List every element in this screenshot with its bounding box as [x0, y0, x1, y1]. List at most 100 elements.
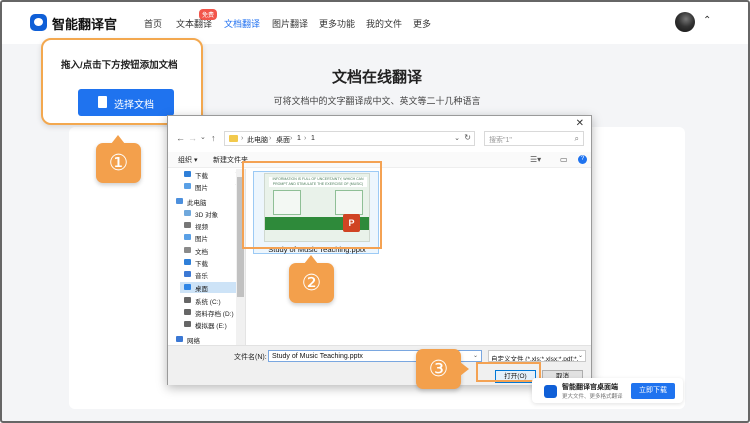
sidebar-item[interactable]: 模拟器 (E:): [180, 319, 242, 330]
sidebar-item[interactable]: 下载: [180, 257, 242, 268]
step-3-label: ③: [428, 356, 449, 381]
picture-icon: [184, 234, 191, 240]
step-1-label: ①: [108, 150, 129, 175]
chevron-down-icon[interactable]: ⌄: [577, 352, 583, 359]
nav-image-translate[interactable]: 图片翻译: [272, 17, 308, 30]
file-highlight-box: [242, 161, 382, 249]
sidebar-item-label: 3D 对象: [195, 212, 219, 219]
sidebar-item-label: 系统 (C:): [195, 299, 221, 306]
download-icon: [184, 259, 191, 265]
drive-icon: [184, 321, 191, 327]
sidebar-item-label: 下载: [195, 261, 208, 268]
sidebar-item-label: 资料存档 (D:): [195, 311, 234, 318]
download-icon: [184, 171, 191, 177]
nav-home[interactable]: 首页: [144, 17, 162, 30]
nav-more-features[interactable]: 更多功能: [319, 17, 355, 30]
upload-callout: 拖入/点击下方按钮添加文档 选择文档: [41, 38, 203, 125]
sidebar-item-label: 网络: [187, 338, 200, 345]
drive-icon: [184, 309, 191, 315]
chevron-up-icon[interactable]: ⌃: [703, 15, 711, 26]
chevron-down-icon[interactable]: ⌄: [473, 352, 478, 359]
sidebar-item[interactable]: 此电脑: [172, 196, 234, 207]
up-arrow-icon[interactable]: ↑: [211, 133, 216, 143]
breadcrumb-folder-1[interactable]: 1: [297, 135, 301, 142]
breadcrumb-folder-1b[interactable]: 1: [311, 135, 315, 142]
sidebar-item-label: 音乐: [195, 273, 208, 280]
computer-icon: [176, 198, 183, 204]
nav-my-files[interactable]: 我的文件: [366, 17, 402, 30]
app-logo-icon[interactable]: [30, 14, 47, 31]
history-chevron-icon[interactable]: ⌄: [200, 133, 206, 141]
callout-text: 拖入/点击下方按钮添加文档: [61, 60, 178, 71]
refresh-icon[interactable]: ↻: [464, 133, 471, 142]
forward-arrow-icon[interactable]: →: [188, 133, 197, 143]
search-icon: ⌕: [574, 134, 579, 143]
promo-title: 智能翻译官桌面端: [562, 384, 618, 391]
sidebar-item[interactable]: 音乐: [180, 269, 242, 280]
crumb-sep: ›: [304, 135, 307, 142]
avatar[interactable]: [675, 12, 695, 32]
select-document-label: 选择文档: [114, 100, 154, 111]
filename-label: 文件名(N):: [234, 354, 267, 361]
step-2-marker: ②: [289, 255, 334, 303]
crumb-sep: ›: [269, 135, 272, 142]
step-3-marker: ③: [416, 349, 469, 389]
sidebar-item[interactable]: 系统 (C:): [180, 295, 242, 306]
sidebar-item[interactable]: 3D 对象: [180, 208, 242, 219]
screenshot-frame: 智能翻译官 首页 文本翻译 免费 文档翻译 图片翻译 更多功能 我的文件 更多 …: [0, 0, 750, 423]
file-type-value: 自定义文件 (*.xls;*.xlsx;*.pdf;*.: [491, 356, 579, 362]
sidebar-item-label: 此电脑: [187, 200, 207, 207]
search-input[interactable]: 搜索"1" ⌕: [484, 131, 584, 146]
sidebar-item-label: 桌面: [195, 286, 208, 293]
navigation-pane: 网络 模拟器 (E:) 资料存档 (D:) 系统 (C:) 桌面 音乐 下载 文档 图片 视频 3D…: [168, 169, 246, 345]
select-document-button[interactable]: 选择文档: [78, 89, 174, 116]
organize-menu[interactable]: 组织 ▾: [178, 155, 197, 165]
drive-icon: [184, 297, 191, 303]
sidebar-item-label: 图片: [195, 236, 208, 243]
app-logo-icon: [544, 385, 557, 398]
sidebar-item[interactable]: 视频: [180, 220, 242, 231]
help-icon[interactable]: ?: [578, 155, 587, 164]
breadcrumb-desktop[interactable]: 桌面: [276, 135, 290, 145]
breadcrumb-this-pc[interactable]: 此电脑: [247, 135, 268, 145]
music-icon: [184, 271, 191, 277]
nav-doc-translate[interactable]: 文档翻译: [224, 17, 260, 30]
search-placeholder: 搜索"1": [489, 137, 512, 144]
sidebar-item-label: 文档: [195, 249, 208, 256]
sidebar-item-label: 图片: [195, 185, 208, 192]
crumb-sep: ›: [290, 135, 293, 142]
crumb-sep: ›: [241, 135, 244, 142]
sidebar-item[interactable]: 图片: [180, 232, 242, 243]
sidebar-item[interactable]: 桌面: [180, 282, 242, 293]
open-file-dialog: ✕ ← → ⌄ ↑ › 此电脑 › 桌面 › 1 › 1 ⌄ ↻ 搜索"1" ⌕: [167, 115, 592, 385]
desktop-icon: [184, 284, 191, 290]
back-arrow-icon[interactable]: ←: [176, 133, 185, 143]
address-bar[interactable]: › 此电脑 › 桌面 › 1 › 1 ⌄ ↻: [224, 131, 475, 146]
sidebar-item[interactable]: 下载✦: [180, 169, 242, 180]
sidebar-item-label: 视频: [195, 224, 208, 231]
sidebar-item[interactable]: 网络: [172, 334, 234, 345]
preview-pane-icon[interactable]: ▭: [560, 155, 568, 164]
app-brand[interactable]: 智能翻译官: [52, 14, 117, 33]
free-badge: 免费: [199, 9, 218, 20]
address-dropdown-icon[interactable]: ⌄: [454, 134, 460, 142]
picture-icon: [184, 183, 191, 189]
video-icon: [184, 222, 191, 228]
sidebar-item[interactable]: 图片✦: [180, 181, 242, 192]
document-icon: [98, 96, 107, 108]
view-options-icon[interactable]: ☰▾: [530, 155, 541, 164]
download-now-button[interactable]: 立即下载: [631, 383, 675, 399]
sidebar-item-label: 下载: [195, 173, 208, 180]
sidebar-item[interactable]: 文档: [180, 245, 242, 256]
file-type-select[interactable]: 自定义文件 (*.xls;*.xlsx;*.pdf;*. ⌄: [488, 350, 586, 362]
step-1-marker: ①: [96, 135, 141, 183]
document-icon: [184, 247, 191, 253]
close-icon[interactable]: ✕: [576, 118, 584, 129]
desktop-app-promo: 智能翻译官桌面端 更大文件、更多格式翻译 立即下载: [532, 378, 683, 403]
open-button-highlight-box: [476, 362, 541, 382]
promo-subtitle: 更大文件、更多格式翻译: [562, 394, 623, 400]
nav-more[interactable]: 更多: [413, 17, 431, 30]
sidebar-item[interactable]: 资料存档 (D:): [180, 307, 242, 318]
network-icon: [176, 336, 183, 342]
step-2-label: ②: [301, 270, 322, 295]
